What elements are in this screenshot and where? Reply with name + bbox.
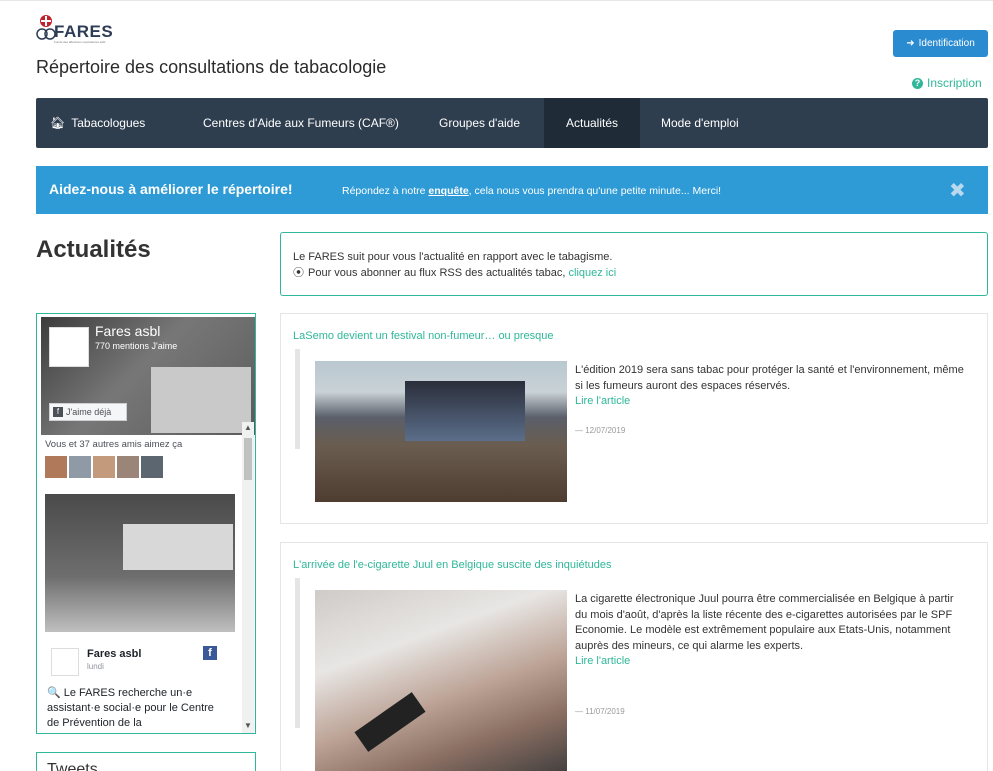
info-line: Le FARES suit pour vous l'actualité en r… — [293, 251, 613, 263]
logo-wordmark: FARES — [54, 22, 114, 41]
nav-item-mode-emploi[interactable]: Mode d'emploi — [661, 98, 739, 148]
fb-page-avatar[interactable] — [49, 327, 89, 367]
alert-message: Répondez à notre enquête, cela nous vous… — [342, 185, 721, 197]
rss-icon: ⦿ — [293, 267, 304, 279]
article-excerpt-text: L'édition 2019 sera sans tabac pour prot… — [575, 364, 964, 392]
main-navbar: 🏠︎ Tabacologues Centres d'Aide aux Fumeur… — [36, 98, 988, 148]
fb-scrollbar[interactable]: ▲ ▼ — [242, 422, 254, 733]
avatar[interactable] — [117, 456, 139, 478]
avatar[interactable] — [45, 456, 67, 478]
article-excerpt-text: La cigarette électronique Juul pourra êt… — [575, 593, 954, 652]
facebook-icon: f — [53, 407, 63, 417]
fb-post-image[interactable] — [45, 494, 235, 632]
article-date: — 11/07/2019 — [575, 707, 625, 716]
avatar[interactable] — [141, 456, 163, 478]
close-icon[interactable]: ✖ — [949, 178, 966, 203]
alert-message-text: Répondez à notre — [342, 185, 429, 197]
facebook-icon[interactable]: f — [203, 646, 217, 660]
fb-page-name[interactable]: Fares asbl — [95, 323, 160, 339]
building-sign-image — [123, 524, 233, 570]
read-article-link[interactable]: Lire l'article — [575, 394, 967, 410]
top-border — [0, 0, 993, 8]
quote-bar — [295, 349, 300, 449]
rss-line: ⦿ Pour vous abonner au flux RSS des actua… — [293, 265, 975, 281]
inscription-link[interactable]: ? Inscription — [912, 76, 982, 90]
article-title-link[interactable]: LaSemo devient un festival non-fumeur… o… — [293, 330, 554, 342]
scrollbar-thumb[interactable] — [244, 438, 252, 480]
nav-label: Tabacologues — [71, 116, 146, 130]
site-title: Répertoire des consultations de tabacolo… — [36, 57, 387, 77]
article-card: L'arrivée de l'e-cigarette Juul en Belgi… — [280, 542, 988, 771]
read-article-link[interactable]: Lire l'article — [575, 654, 967, 670]
tweets-widget: Tweets — [36, 752, 256, 771]
fb-post: Fares asbl lundi f 🔍 Le FARES recherche … — [45, 632, 235, 733]
article-excerpt: L'édition 2019 sera sans tabac pour prot… — [575, 363, 967, 410]
facebook-cover[interactable]: Fares asbl 770 mentions J'aime f J'aime … — [41, 317, 255, 435]
fb-friends-text: Vous et 37 autres amis aimez ça — [45, 439, 183, 450]
avatar[interactable] — [69, 456, 91, 478]
logo-tagline: Fonds des affections respiratoires asbl — [54, 40, 106, 44]
article-date: — 12/07/2019 — [575, 426, 626, 435]
article-excerpt: La cigarette électronique Juul pourra êt… — [575, 592, 967, 670]
fb-post-date[interactable]: lundi — [87, 662, 104, 671]
quote-bar — [295, 578, 300, 728]
cover-photo-sign — [151, 367, 251, 433]
nav-item-caf[interactable]: Centres d'Aide aux Fumeurs (CAF®) — [203, 98, 399, 148]
home-icon: 🏠︎ — [50, 116, 66, 130]
fb-friends-section: Vous et 37 autres amis aimez ça — [45, 435, 241, 485]
article-image[interactable] — [315, 590, 567, 771]
facebook-widget: Fares asbl 770 mentions J'aime f J'aime … — [36, 313, 256, 734]
nav-item-groupes[interactable]: Groupes d'aide — [439, 98, 520, 148]
fb-friend-avatars — [45, 456, 241, 478]
fares-logo[interactable]: FARES Fonds des affections respiratoires… — [36, 12, 122, 48]
fares-logo-icon — [36, 15, 56, 40]
alert-heading: Aidez-nous à améliorer le répertoire! — [49, 181, 293, 197]
stage-image — [405, 381, 525, 441]
e-cigarette-image — [354, 692, 426, 752]
sign-in-icon: ➜ — [906, 38, 915, 49]
fb-like-label: J'aime déjà — [66, 407, 112, 417]
nav-item-tabacologues[interactable]: 🏠︎ Tabacologues — [50, 98, 145, 148]
survey-link[interactable]: enquête — [428, 185, 468, 197]
identification-label: Identification — [918, 38, 975, 49]
avatar[interactable] — [93, 456, 115, 478]
scroll-up-icon[interactable]: ▲ — [242, 423, 254, 432]
inscription-label: Inscription — [927, 76, 982, 90]
article-image[interactable] — [315, 361, 567, 502]
scroll-down-icon[interactable]: ▼ — [242, 721, 254, 730]
survey-alert: Aidez-nous à améliorer le répertoire! Ré… — [36, 166, 988, 214]
rss-info-box: Le FARES suit pour vous l'actualité en r… — [280, 232, 988, 296]
rss-text: Pour vous abonner au flux RSS des actual… — [308, 267, 569, 279]
identification-button[interactable]: ➜ Identification — [893, 30, 988, 57]
fb-post-avatar[interactable] — [51, 648, 79, 676]
question-circle-icon: ? — [912, 77, 923, 89]
nav-item-actualites[interactable]: Actualités — [544, 98, 640, 148]
tweets-title: Tweets — [47, 761, 98, 771]
fb-like-count: 770 mentions J'aime — [95, 341, 178, 351]
page-title: Actualités — [36, 236, 151, 263]
fb-post-text: 🔍 Le FARES recherche un·e assistant·e so… — [47, 687, 214, 729]
fb-post-author[interactable]: Fares asbl — [87, 648, 141, 660]
rss-subscribe-link[interactable]: cliquez ici — [569, 267, 617, 279]
alert-message-tail: , cela nous vous prendra qu'une petite m… — [468, 185, 722, 197]
article-title-link[interactable]: L'arrivée de l'e-cigarette Juul en Belgi… — [293, 559, 612, 571]
fb-like-button[interactable]: f J'aime déjà — [49, 403, 127, 421]
article-card: LaSemo devient un festival non-fumeur… o… — [280, 313, 988, 524]
